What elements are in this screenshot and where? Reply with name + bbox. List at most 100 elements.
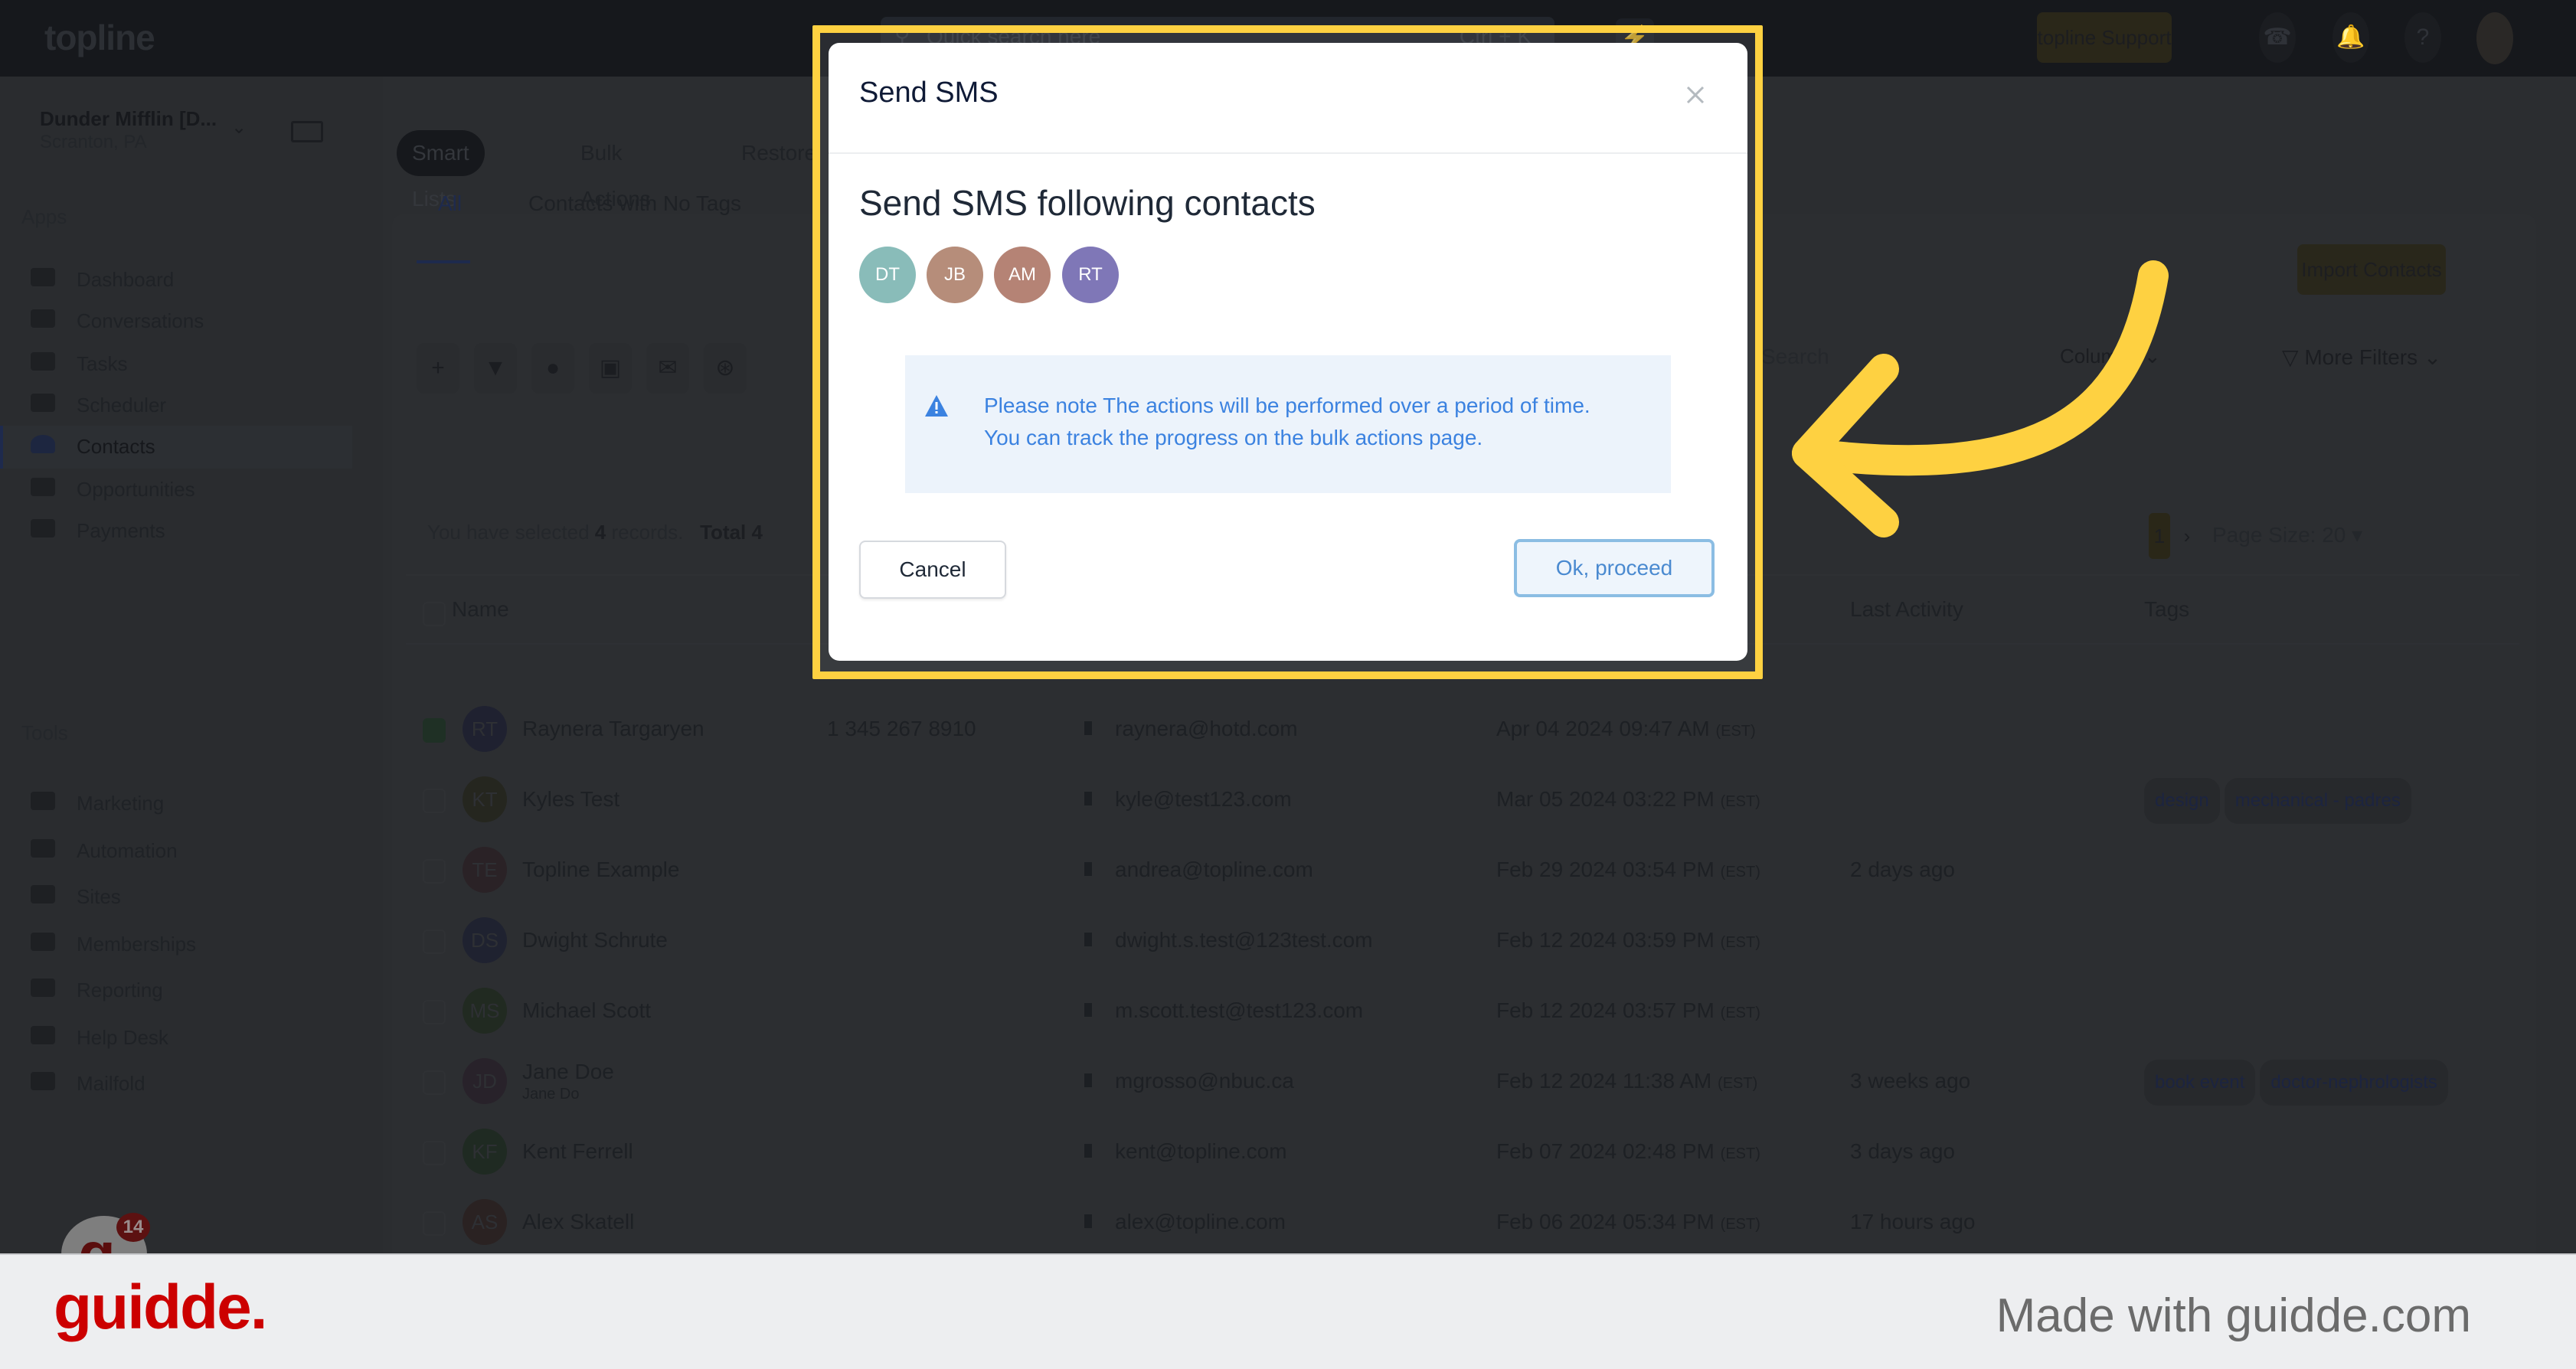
table-row[interactable]: KT Kyles Test kyle@test123.com Mar 05 2024 … bbox=[383, 766, 2573, 836]
row-checkbox[interactable] bbox=[423, 1141, 446, 1165]
robot-icon[interactable]: ● bbox=[531, 343, 574, 394]
contact-name[interactable]: Kyles Test bbox=[522, 787, 619, 812]
support-button[interactable]: topline Support bbox=[2037, 12, 2172, 63]
row-checkbox[interactable] bbox=[423, 1070, 446, 1095]
chat-icon bbox=[31, 309, 55, 328]
sidebar-item-conversations[interactable]: Conversations bbox=[0, 300, 352, 343]
close-icon[interactable] bbox=[1680, 80, 1711, 110]
question-icon bbox=[31, 1026, 55, 1044]
contact-email: kent@topline.com bbox=[1115, 1139, 1287, 1163]
row-checkbox[interactable] bbox=[423, 859, 446, 884]
sidebar-item-scheduler[interactable]: Scheduler bbox=[0, 384, 352, 427]
table-row[interactable]: KF Kent Ferrell kent@topline.com Feb 07 202… bbox=[383, 1118, 2573, 1188]
tag-badge[interactable]: design bbox=[2144, 778, 2220, 824]
next-page-icon[interactable]: › bbox=[2176, 513, 2198, 559]
chevron-down-icon: ⌄ bbox=[231, 117, 247, 138]
contact-created: Feb 07 2024 02:48 PM (EST) bbox=[1496, 1139, 1760, 1163]
members-icon bbox=[31, 933, 55, 951]
contact-created: Feb 12 2024 03:57 PM (EST) bbox=[1496, 998, 1760, 1022]
sidebar-item-sites[interactable]: Sites bbox=[0, 876, 352, 919]
contact-name[interactable]: Michael Scott bbox=[522, 998, 651, 1023]
tag-badge[interactable]: book event bbox=[2144, 1060, 2256, 1106]
sidebar-item-memberships[interactable]: Memberships bbox=[0, 923, 352, 966]
phone-icon[interactable]: ☎ bbox=[2259, 12, 2296, 63]
more-filters-button[interactable]: ▽ More Filters ⌄ bbox=[2282, 345, 2441, 370]
annotation-arrow-icon bbox=[1792, 260, 2169, 537]
row-checkbox[interactable] bbox=[423, 930, 446, 954]
table-row[interactable]: DS Dwight Schrute dwight.s.test@123test.co… bbox=[383, 907, 2573, 977]
contact-name[interactable]: Raynera Targaryen bbox=[522, 717, 704, 741]
made-with-guidde: Made with guidde.com bbox=[1996, 1289, 2471, 1342]
sidebar-item-tasks[interactable]: Tasks bbox=[0, 343, 352, 386]
sidebar-item-payments[interactable]: Payments bbox=[0, 510, 352, 553]
sidebar-item-marketing[interactable]: Marketing bbox=[0, 783, 352, 825]
cancel-button[interactable]: Cancel bbox=[859, 541, 1006, 599]
table-row[interactable]: JD Jane Doe Jane Do mgrosso@nbuc.ca Feb 12 2… bbox=[383, 1047, 2573, 1118]
contact-name[interactable]: Alex Skatell bbox=[522, 1210, 634, 1234]
user-icon bbox=[31, 435, 55, 453]
table-row[interactable]: TE Topline Example andrea@topline.com Feb 2… bbox=[383, 836, 2573, 907]
add-icon[interactable]: + bbox=[417, 343, 459, 394]
tab-smart-lists[interactable]: Smart Lists bbox=[397, 130, 485, 211]
email-icon[interactable]: ✉ bbox=[646, 343, 689, 394]
guidde-brand: guidde. bbox=[54, 1273, 268, 1342]
import-contacts-button[interactable]: Import Contacts bbox=[2297, 244, 2446, 295]
email-icon bbox=[1084, 933, 1092, 946]
tag-badge[interactable]: mechanical - padres bbox=[2224, 778, 2411, 824]
bell-icon[interactable]: 🔔 bbox=[2332, 12, 2369, 63]
gears-icon bbox=[31, 839, 55, 858]
add-tag-icon[interactable]: ⊛ bbox=[704, 343, 747, 394]
last-activity: 17 hours ago bbox=[1850, 1210, 1976, 1233]
calendar-icon bbox=[31, 394, 55, 412]
contact-created: Feb 12 2024 11:38 AM (EST) bbox=[1496, 1069, 1758, 1093]
sidebar-item-help-desk[interactable]: Help Desk bbox=[0, 1017, 352, 1060]
sms-icon[interactable]: ▣ bbox=[589, 343, 632, 394]
modal-title: Send SMS bbox=[859, 77, 999, 109]
contact-avatar: JD bbox=[463, 1058, 507, 1104]
contact-email: alex@topline.com bbox=[1115, 1210, 1286, 1233]
sidebar-item-dashboard[interactable]: Dashboard bbox=[0, 259, 352, 302]
user-avatar[interactable] bbox=[2476, 12, 2513, 64]
page-size-select[interactable]: Page Size: 20 ▾ bbox=[2212, 522, 2362, 547]
sidebar-collapse-icon[interactable] bbox=[291, 121, 323, 142]
row-checkbox[interactable] bbox=[423, 718, 446, 743]
tab-bulk-actions[interactable]: Bulk Actions bbox=[565, 130, 666, 211]
guidde-footer: guidde. Made with guidde.com bbox=[0, 1253, 2576, 1369]
sidebar-item-reporting[interactable]: Reporting bbox=[0, 969, 352, 1012]
last-activity: 3 days ago bbox=[1850, 1139, 1955, 1163]
ok-proceed-button[interactable]: Ok, proceed bbox=[1514, 539, 1715, 597]
sidebar-item-contacts[interactable]: Contacts bbox=[0, 426, 352, 469]
contact-avatar: DS bbox=[463, 917, 507, 963]
contact-name[interactable]: Kent Ferrell bbox=[522, 1139, 633, 1164]
select-all-checkbox[interactable] bbox=[423, 602, 446, 626]
contact-name[interactable]: Dwight Schrute bbox=[522, 928, 668, 952]
contact-name[interactable]: Topline Example bbox=[522, 858, 679, 882]
help-icon[interactable]: ? bbox=[2404, 12, 2441, 63]
email-icon bbox=[1084, 1144, 1092, 1158]
email-icon bbox=[1084, 1003, 1092, 1017]
sidebar-item-automation[interactable]: Automation bbox=[0, 830, 352, 873]
email-icon bbox=[1084, 792, 1092, 805]
contact-created: Feb 29 2024 03:54 PM (EST) bbox=[1496, 858, 1760, 881]
table-row[interactable]: RT Raynera Targaryen 1 345 267 8910 raynera… bbox=[383, 695, 2573, 766]
account-switcher[interactable]: Dunder Mifflin [D... Scranton, PA ⌄ bbox=[23, 101, 268, 156]
tab-no-tags[interactable]: Contacts with No Tags bbox=[528, 191, 741, 216]
tab-all[interactable]: All bbox=[438, 191, 462, 216]
note-line-2: You can track the progress on the bulk a… bbox=[984, 426, 1483, 449]
row-checkbox[interactable] bbox=[423, 789, 446, 813]
contact-name[interactable]: Jane Doe bbox=[522, 1060, 614, 1084]
row-checkbox[interactable] bbox=[423, 1211, 446, 1236]
column-header-name[interactable]: Name bbox=[452, 597, 509, 622]
column-header-last-activity[interactable]: Last Activity bbox=[1850, 597, 1963, 622]
send-sms-modal: Send SMS Send SMS following contacts DT … bbox=[829, 43, 1747, 661]
contact-email: mgrosso@nbuc.ca bbox=[1115, 1069, 1294, 1093]
tag-badge[interactable]: doctor-nephrologists bbox=[2260, 1060, 2448, 1106]
sidebar-item-opportunities[interactable]: Opportunities bbox=[0, 469, 352, 511]
table-row[interactable]: AS Alex Skatell alex@topline.com Feb 06 202… bbox=[383, 1188, 2573, 1259]
contact-email: raynera@hotd.com bbox=[1115, 717, 1298, 740]
sidebar-item-mailfold[interactable]: Mailfold bbox=[0, 1063, 352, 1106]
row-checkbox[interactable] bbox=[423, 1000, 446, 1024]
table-row[interactable]: MS Michael Scott m.scott.test@test123.com F… bbox=[383, 977, 2573, 1047]
filter-icon[interactable]: ▼ bbox=[474, 343, 517, 394]
info-note: Please note The actions will be performe… bbox=[905, 355, 1671, 493]
